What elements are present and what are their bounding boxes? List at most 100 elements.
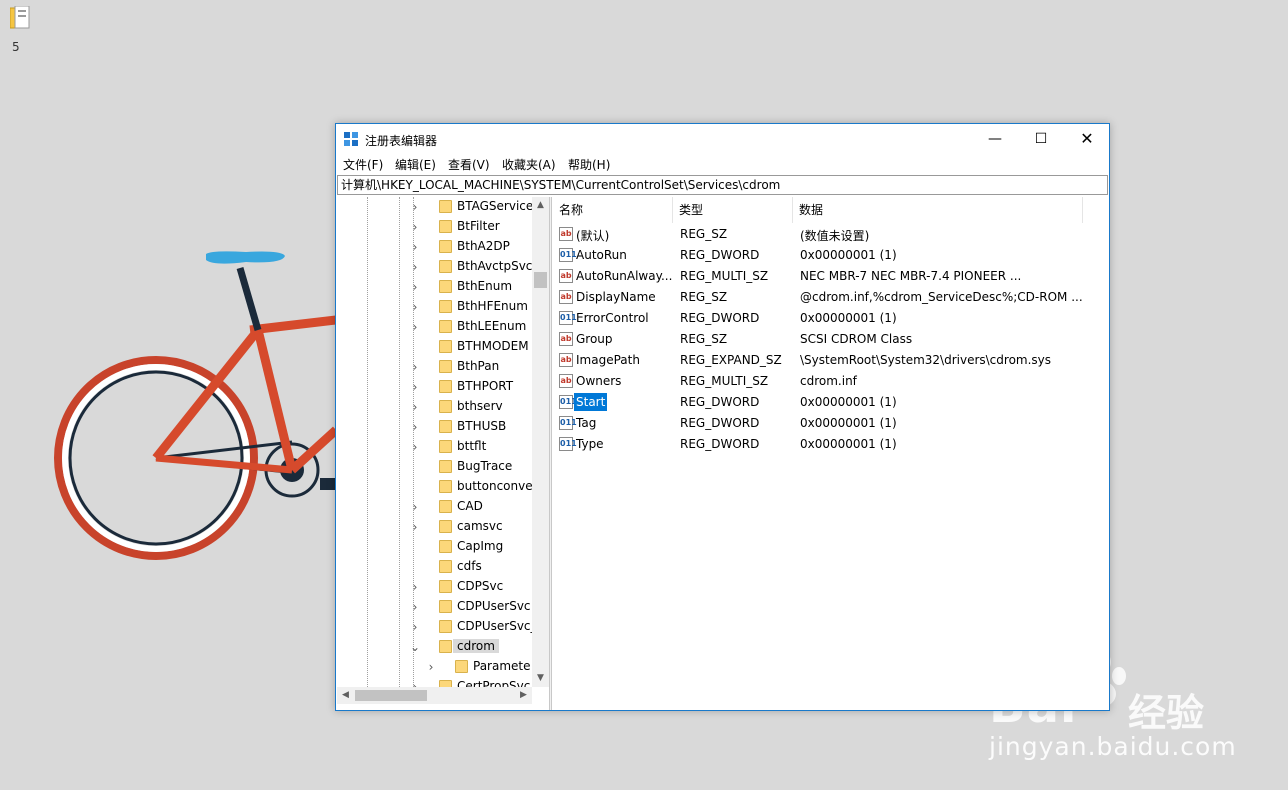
- value-row[interactable]: 011 Start REG_DWORD 0x00000001 (1): [553, 392, 1108, 413]
- chevron-right-icon[interactable]: ›: [409, 497, 421, 517]
- chevron-right-icon[interactable]: ›: [409, 297, 421, 317]
- scroll-up-arrow-icon[interactable]: ▲: [532, 197, 549, 214]
- chevron-right-icon[interactable]: ›: [409, 517, 421, 537]
- chevron-right-icon[interactable]: ›: [409, 317, 421, 337]
- chevron-right-icon[interactable]: ›: [409, 217, 421, 237]
- value-row[interactable]: 011 Tag REG_DWORD 0x00000001 (1): [553, 413, 1108, 434]
- title-bar[interactable]: 注册表编辑器 — ☐ ✕: [336, 124, 1109, 154]
- scroll-thumb[interactable]: [534, 272, 547, 288]
- chevron-right-icon[interactable]: ›: [409, 377, 421, 397]
- chevron-right-icon[interactable]: ›: [409, 397, 421, 417]
- chevron-right-icon[interactable]: ›: [409, 237, 421, 257]
- tree-item[interactable]: › CAD: [337, 497, 532, 517]
- tree-item[interactable]: BugTrace: [337, 457, 532, 477]
- tree-item-label: cdrom: [453, 639, 499, 653]
- menu-help[interactable]: 帮助(H): [568, 156, 610, 173]
- tree-item[interactable]: › CDPUserSvc: [337, 597, 532, 617]
- value-row[interactable]: 011 ErrorControl REG_DWORD 0x00000001 (1): [553, 308, 1108, 329]
- tree-item-label: BthEnum: [457, 279, 513, 293]
- column-header-name[interactable]: 名称: [553, 197, 673, 223]
- menu-edit[interactable]: 编辑(E): [395, 156, 436, 173]
- value-data: SCSI CDROM Class: [800, 332, 913, 346]
- menu-favorites[interactable]: 收藏夹(A): [502, 156, 556, 173]
- scroll-down-arrow-icon[interactable]: ▼: [532, 670, 549, 687]
- value-row[interactable]: 011 Type REG_DWORD 0x00000001 (1): [553, 434, 1108, 455]
- tree-item[interactable]: cdfs: [337, 557, 532, 577]
- tree-item[interactable]: buttonconve: [337, 477, 533, 497]
- value-row[interactable]: ab (默认) REG_SZ (数值未设置): [553, 224, 1108, 245]
- chevron-right-icon[interactable]: ›: [409, 197, 421, 217]
- desktop-file-icon[interactable]: 5: [4, 2, 34, 54]
- tree-item[interactable]: › BthHFEnum: [337, 297, 532, 317]
- chevron-right-icon[interactable]: ›: [409, 357, 421, 377]
- chevron-right-icon[interactable]: ›: [425, 657, 437, 677]
- tree-item[interactable]: › BthLEEnum: [337, 317, 532, 337]
- scroll-thumb[interactable]: [355, 690, 427, 701]
- value-row[interactable]: ab Owners REG_MULTI_SZ cdrom.inf: [553, 371, 1108, 392]
- value-row[interactable]: ab DisplayName REG_SZ @cdrom.inf,%cdrom_Ser…: [553, 287, 1108, 308]
- registry-tree[interactable]: › BTAGService › BtFilter › BthA2DP › BthAvctpSv…: [337, 197, 549, 710]
- registry-editor-window: 注册表编辑器 — ☐ ✕ 文件(F) 编辑(E) 查看(V) 收藏夹(A) 帮助…: [335, 123, 1110, 711]
- tree-item[interactable]: › BTHPORT: [337, 377, 532, 397]
- maximize-button[interactable]: ☐: [1018, 124, 1064, 154]
- folder-icon: [439, 520, 452, 533]
- tree-vertical-scrollbar[interactable]: ▲ ▼: [532, 197, 549, 687]
- tree-item[interactable]: › BthAvctpSvc: [337, 257, 533, 277]
- column-header-data[interactable]: 数据: [793, 197, 1083, 223]
- tree-item[interactable]: › BtFilter: [337, 217, 532, 237]
- pane-splitter[interactable]: [549, 197, 552, 710]
- tree-item[interactable]: › BthPan: [337, 357, 532, 377]
- tree-item[interactable]: › Paramete: [337, 657, 532, 677]
- tree-item[interactable]: › CDPSvc: [337, 577, 532, 597]
- chevron-right-icon[interactable]: ›: [409, 577, 421, 597]
- minimize-button[interactable]: —: [972, 124, 1018, 154]
- value-row[interactable]: ab Group REG_SZ SCSI CDROM Class: [553, 329, 1108, 350]
- string-value-icon: ab: [559, 227, 573, 241]
- tree-item[interactable]: CapImg: [337, 537, 532, 557]
- scroll-left-arrow-icon[interactable]: ◀: [337, 687, 354, 704]
- address-bar[interactable]: 计算机\HKEY_LOCAL_MACHINE\SYSTEM\CurrentCon…: [337, 175, 1108, 195]
- tree-item-label: BthPan: [457, 359, 500, 373]
- close-button[interactable]: ✕: [1064, 124, 1110, 154]
- tree-item[interactable]: › camsvc: [337, 517, 532, 537]
- tree-item-label: CAD: [457, 499, 483, 513]
- folder-icon: [439, 620, 452, 633]
- chevron-down-icon[interactable]: ⌄: [409, 637, 421, 657]
- chevron-right-icon[interactable]: ›: [409, 277, 421, 297]
- tree-item-label: BTHMODEM: [457, 339, 529, 353]
- tree-item-label: cdfs: [457, 559, 482, 573]
- tree-item[interactable]: › bthserv: [337, 397, 532, 417]
- scroll-right-arrow-icon[interactable]: ▶: [515, 687, 532, 704]
- tree-horizontal-scrollbar[interactable]: ◀ ▶: [337, 687, 532, 704]
- chevron-right-icon[interactable]: ›: [409, 617, 421, 637]
- folder-icon: [439, 300, 452, 313]
- tree-item[interactable]: › BthEnum: [337, 277, 532, 297]
- value-row[interactable]: 011 AutoRun REG_DWORD 0x00000001 (1): [553, 245, 1108, 266]
- tree-item[interactable]: ⌄ cdrom: [337, 637, 532, 657]
- chevron-right-icon[interactable]: ›: [409, 417, 421, 437]
- menu-view[interactable]: 查看(V): [448, 156, 490, 173]
- tree-item[interactable]: › BTAGService: [337, 197, 534, 217]
- tree-item[interactable]: › BTHUSB: [337, 417, 532, 437]
- tree-item[interactable]: › BthA2DP: [337, 237, 532, 257]
- value-name: Owners: [576, 374, 622, 388]
- folder-icon: [439, 440, 452, 453]
- chevron-right-icon[interactable]: ›: [409, 437, 421, 457]
- tree-item[interactable]: › bttflt: [337, 437, 532, 457]
- tree-item[interactable]: › CDPUserSvc_: [337, 617, 537, 637]
- menu-file[interactable]: 文件(F): [343, 156, 383, 173]
- chevron-right-icon[interactable]: ›: [409, 257, 421, 277]
- folder-icon: [439, 220, 452, 233]
- value-name: DisplayName: [576, 290, 656, 304]
- tree-item[interactable]: BTHMODEM: [337, 337, 532, 357]
- values-list[interactable]: 名称 类型 数据 ab (默认) REG_SZ (数值未设置) 011 AutoRun RE…: [553, 197, 1108, 710]
- value-row[interactable]: ab ImagePath REG_EXPAND_SZ \SystemRoot\Syst…: [553, 350, 1108, 371]
- tree-item-label: bthserv: [457, 399, 503, 413]
- value-data: 0x00000001 (1): [800, 311, 897, 325]
- value-row[interactable]: ab AutoRunAlway... REG_MULTI_SZ NEC MBR-7 N…: [553, 266, 1108, 287]
- watermark-url: jingyan.baidu.com: [989, 732, 1237, 761]
- column-header-type[interactable]: 类型: [673, 197, 793, 223]
- tree-item-label: Paramete: [473, 659, 531, 673]
- value-type: REG_MULTI_SZ: [680, 269, 769, 283]
- chevron-right-icon[interactable]: ›: [409, 597, 421, 617]
